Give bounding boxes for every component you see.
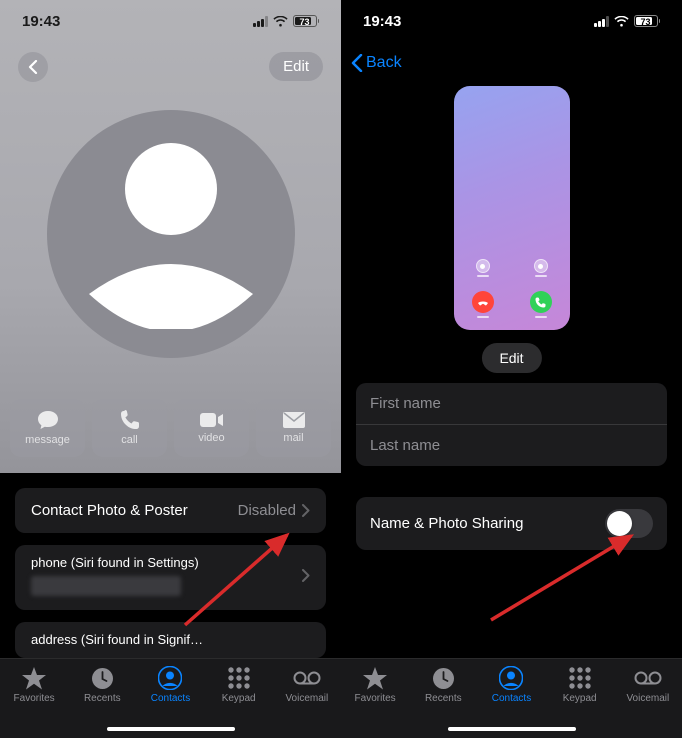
decline-icon [472,291,494,313]
battery-icon: 73 [634,15,661,27]
tab-favorites[interactable]: Favorites [345,665,405,738]
contact-poster-value: Disabled [238,502,296,519]
status-bar: 19:43 73 [0,0,341,42]
first-name-field[interactable]: First name [356,383,667,425]
edit-poster-button[interactable]: Edit [481,343,541,373]
status-indicators: 73 [594,15,660,27]
voicemail-icon [293,671,321,685]
contacts-icon [158,666,182,690]
mail-action[interactable]: mail [256,399,331,457]
video-action[interactable]: video [174,399,249,457]
tab-bar: Favorites Recents Contacts Keypad Voicem… [0,658,341,738]
phone-number-redacted [31,576,181,596]
last-name-field[interactable]: Last name [356,425,667,466]
mail-label: mail [283,432,303,444]
wifi-icon [273,16,288,27]
signal-icon [253,16,268,27]
back-button[interactable] [18,52,48,82]
message-label: message [25,434,70,446]
contact-avatar [47,110,295,358]
keypad-icon [228,667,250,689]
tab-voicemail[interactable]: Voicemail [277,665,337,738]
annotation-arrow [175,525,305,635]
edit-button[interactable]: Edit [269,52,323,81]
chevron-right-icon [302,504,310,517]
poster-preview[interactable] [454,86,570,330]
accept-icon [530,291,552,313]
person-silhouette-icon [81,139,261,329]
status-indicators: 73 [253,15,319,27]
annotation-arrow [481,528,651,628]
video-label: video [198,432,224,444]
status-time: 19:43 [363,13,401,30]
status-bar: 19:43 73 [341,0,682,42]
name-fields: First name Last name [356,383,667,466]
battery-icon: 73 [293,15,320,27]
home-indicator [107,727,235,732]
call-action[interactable]: call [92,399,167,457]
clock-icon [432,667,455,690]
wifi-icon [614,16,629,27]
clock-icon [91,667,114,690]
message-icon [37,410,59,430]
message-action[interactable]: message [10,399,85,457]
tab-voicemail[interactable]: Voicemail [618,665,678,738]
voicemail-icon [634,671,662,685]
home-indicator [448,727,576,732]
chevron-left-icon [28,60,38,74]
signal-icon [594,16,609,27]
contact-hero: Edit message call video mail [0,0,341,473]
keypad-icon [569,667,591,689]
tab-bar: Favorites Recents Contacts Keypad Voicem… [341,658,682,738]
contacts-icon [499,666,523,690]
mail-icon [283,412,305,428]
video-icon [200,412,224,428]
back-link[interactable]: Back [351,54,402,72]
phone-icon [120,410,140,430]
back-label: Back [366,54,402,72]
poster-mini-icons [454,259,570,277]
tab-favorites[interactable]: Favorites [4,665,64,738]
call-label: call [121,434,138,446]
status-time: 19:43 [22,13,60,30]
star-icon [363,667,387,690]
chevron-left-icon [351,54,363,72]
star-icon [22,667,46,690]
contact-poster-title: Contact Photo & Poster [31,502,188,519]
